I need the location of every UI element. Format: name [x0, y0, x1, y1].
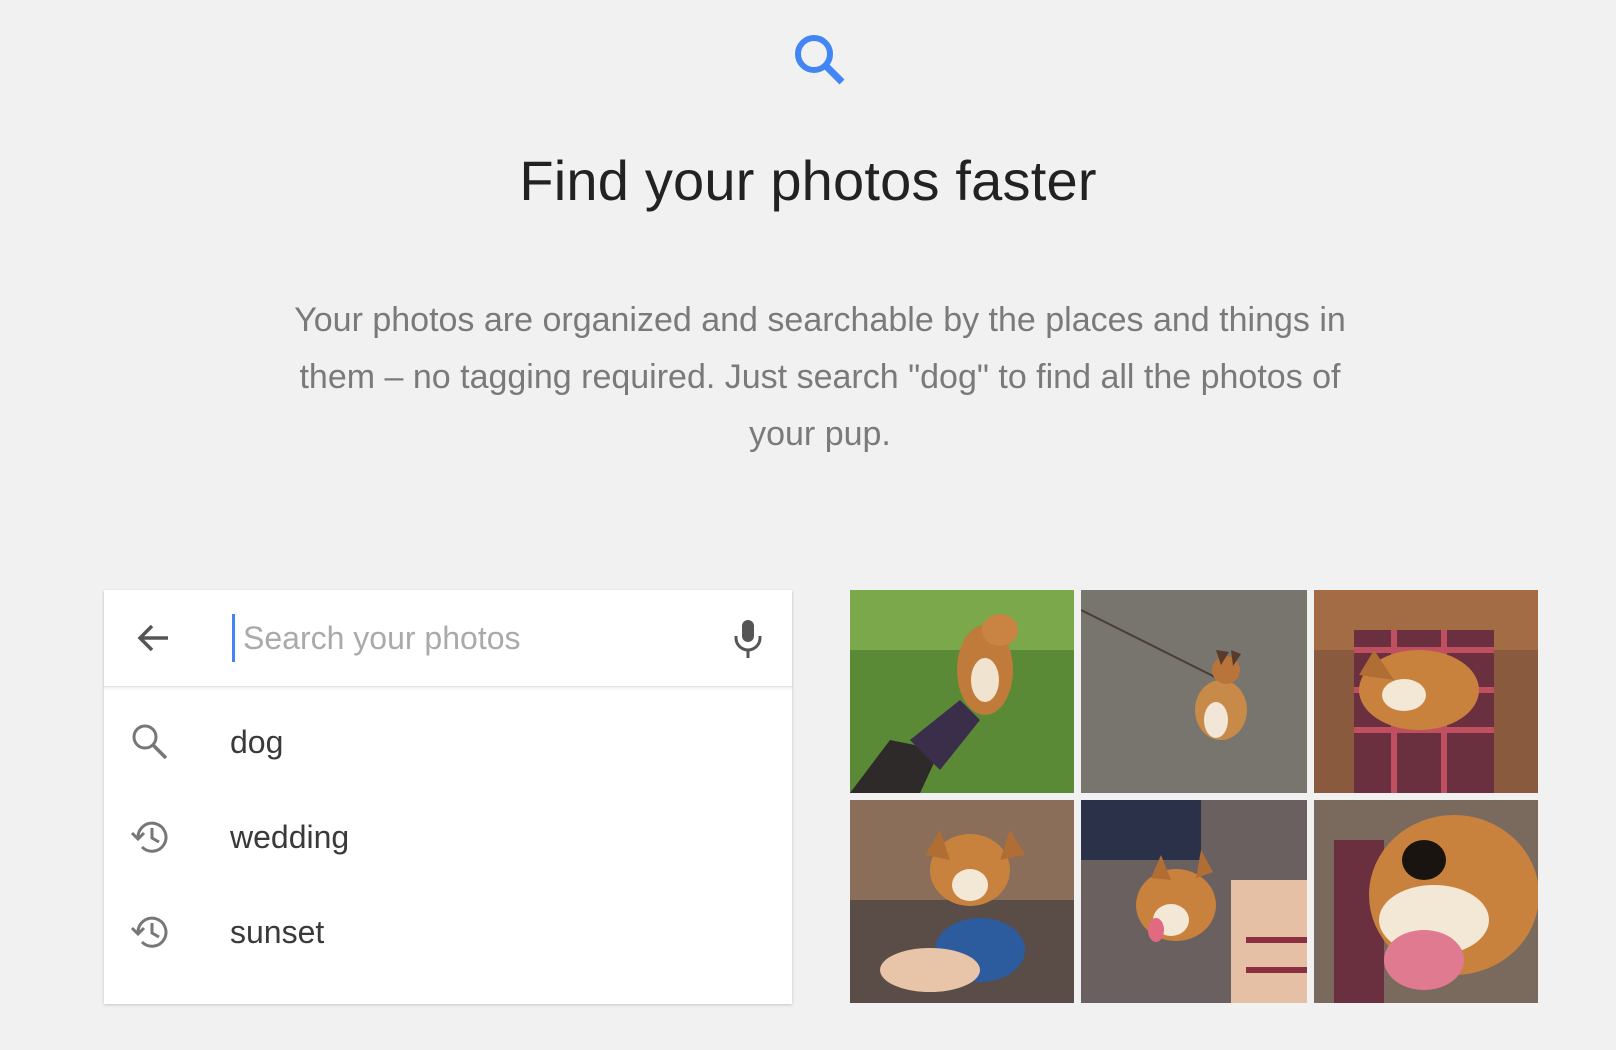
- suggestion-label: wedding: [230, 819, 350, 855]
- search-input[interactable]: [232, 614, 723, 662]
- search-panel: dog wedding sunset: [104, 590, 792, 1004]
- photo-thumbnail[interactable]: [1314, 800, 1538, 1003]
- search-bar: [104, 590, 792, 687]
- page-title: Find your photos faster: [519, 149, 1097, 212]
- suggestion-item[interactable]: wedding: [104, 791, 792, 886]
- suggestion-label: dog: [230, 724, 284, 760]
- page-description: Your photos are organized and searchable…: [294, 301, 1346, 453]
- arrow-left-icon[interactable]: [132, 616, 176, 660]
- photo-grid: [850, 590, 1538, 1004]
- suggestion-list: dog wedding sunset: [104, 696, 792, 981]
- photo-thumbnail[interactable]: [850, 590, 1074, 793]
- history-icon: [130, 916, 168, 948]
- suggestion-item[interactable]: sunset: [104, 886, 792, 981]
- search-icon: [795, 35, 845, 85]
- photo-thumbnail[interactable]: [1081, 590, 1307, 793]
- search-icon: [132, 724, 168, 760]
- photo-thumbnail[interactable]: [1081, 800, 1307, 1003]
- photo-thumbnail[interactable]: [850, 800, 1074, 1003]
- suggestion-label: sunset: [230, 914, 325, 950]
- history-icon: [130, 821, 168, 853]
- suggestion-item[interactable]: dog: [104, 696, 792, 791]
- microphone-icon[interactable]: [724, 614, 772, 662]
- photo-thumbnail[interactable]: [1314, 590, 1538, 793]
